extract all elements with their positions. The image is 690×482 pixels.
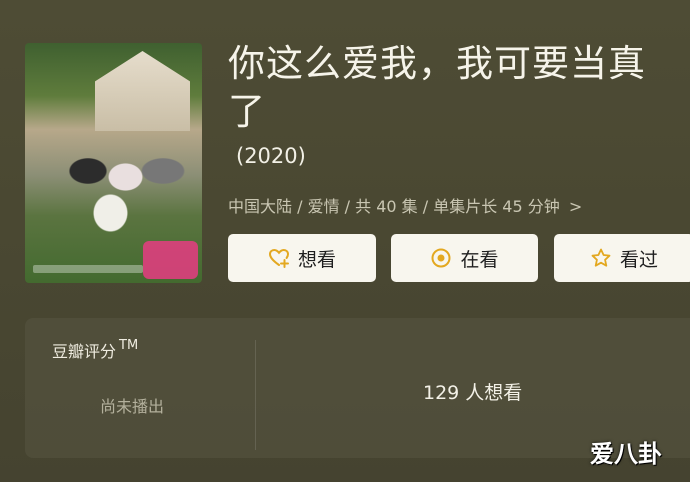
watermark-logo: 爱八卦	[590, 440, 662, 468]
rating-label: 豆瓣评分 TM	[52, 338, 138, 362]
poster-image[interactable]	[25, 43, 202, 283]
heart-plus-icon	[268, 247, 290, 269]
movie-meta-text: 中国大陆 / 爱情 / 共 40 集 / 单集片长 45 分钟	[228, 197, 560, 216]
want-to-watch-button[interactable]: 想看	[228, 234, 376, 282]
target-circle-icon	[430, 247, 452, 269]
watched-button[interactable]: 看过	[554, 234, 690, 282]
want-count[interactable]: 129 人想看	[423, 378, 522, 405]
rating-label-text: 豆瓣评分	[52, 342, 117, 361]
watching-button[interactable]: 在看	[391, 234, 538, 282]
movie-year: (2020)	[236, 144, 306, 168]
rating-status: 尚未播出	[100, 397, 165, 416]
movie-title: 你这么爱我，我可要当真了	[228, 42, 646, 133]
poster-logo-badge	[143, 241, 198, 279]
want-to-watch-label: 想看	[297, 248, 336, 271]
poster-caption-strip	[33, 265, 143, 273]
trademark-mark: TM	[119, 338, 139, 353]
chevron-right-icon: >	[568, 197, 583, 216]
star-outline-icon	[590, 247, 612, 269]
watching-label: 在看	[460, 248, 499, 271]
poster-cast-graphic	[43, 123, 193, 243]
watched-label: 看过	[619, 248, 658, 271]
poster-house-graphic	[95, 51, 190, 131]
rating-divider	[255, 340, 256, 450]
movie-meta-info[interactable]: 中国大陆 / 爱情 / 共 40 集 / 单集片长 45 分钟 >	[228, 193, 582, 217]
